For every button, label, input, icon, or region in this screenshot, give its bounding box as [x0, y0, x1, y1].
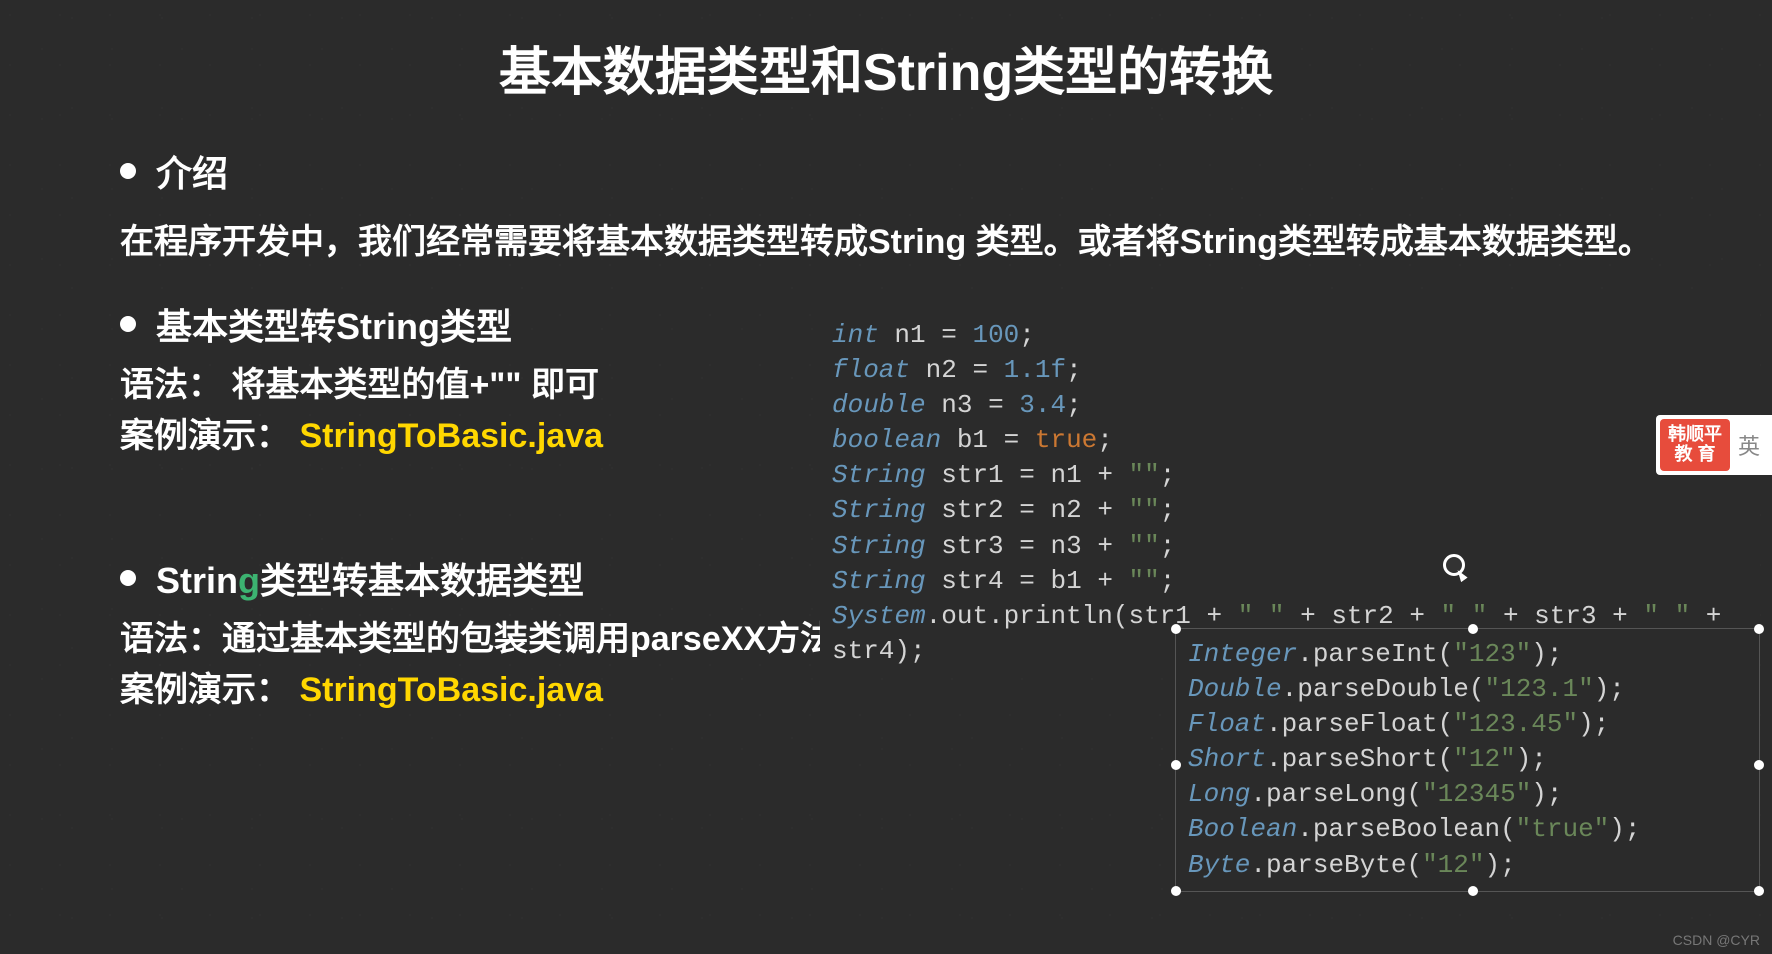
selection-handle-icon — [1171, 886, 1181, 896]
cursor-icon — [1443, 554, 1465, 576]
selection-handle-icon — [1754, 760, 1764, 770]
section1-title: 基本类型转String类型 — [156, 298, 512, 350]
watermark: CSDN @CYR — [1673, 932, 1760, 948]
intro-heading: 介绍 — [120, 145, 1692, 197]
bullet-icon — [120, 316, 136, 332]
intro-label: 介绍 — [156, 145, 228, 197]
badge-suffix: 英 — [1730, 429, 1768, 461]
section2-title: String类型转基本数据类型 — [156, 552, 584, 604]
code-block-basic-to-string: int n1 = 100; float n2 = 1.1f; double n3… — [820, 310, 1760, 677]
selection-handle-icon — [1754, 886, 1764, 896]
section1-filename: StringToBasic.java — [299, 417, 603, 455]
selection-handle-icon — [1171, 760, 1181, 770]
bullet-icon — [120, 570, 136, 586]
selection-handle-icon — [1754, 624, 1764, 634]
section2-prefix: 案例演示： — [120, 671, 290, 709]
selection-handle-icon — [1468, 886, 1478, 896]
code-block-string-to-basic: Integer.parseInt("123"); Double.parseDou… — [1175, 628, 1760, 892]
bullet-icon — [120, 163, 136, 179]
selection-handle-icon — [1468, 624, 1478, 634]
intro-paragraph: 在程序开发中，我们经常需要将基本数据类型转成String 类型。或者将Strin… — [120, 217, 1692, 268]
section2-filename: StringToBasic.java — [299, 671, 603, 709]
selection-handle-icon — [1171, 624, 1181, 634]
badge-red-label: 韩顺平 教 育 — [1660, 419, 1730, 471]
brand-badge: 韩顺平 教 育 英 — [1656, 415, 1772, 475]
section1-prefix: 案例演示： — [120, 417, 290, 455]
page-title: 基本数据类型和String类型的转换 — [0, 0, 1772, 125]
